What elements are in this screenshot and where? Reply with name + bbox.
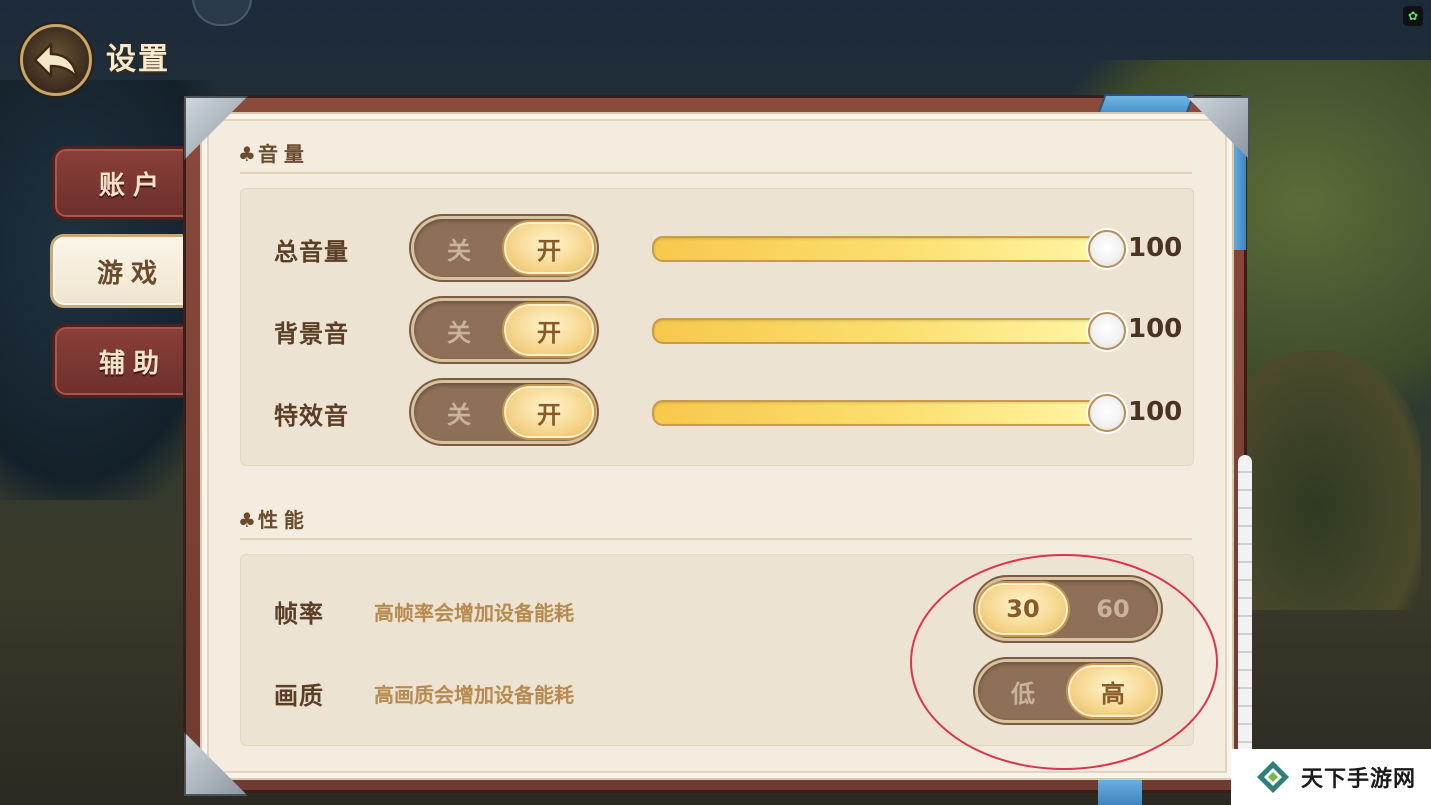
quality-hint: 高画质会增加设备能耗 [374,683,574,707]
top-avatar-chip[interactable] [192,0,252,26]
toggle-off-option[interactable]: 关 [414,222,504,274]
section-title-text: 音量 [257,142,310,166]
tab-assist[interactable]: 辅助 [52,324,202,398]
club-icon: ♣ [238,142,256,166]
section-title-volume: ♣ 音量 [238,138,310,167]
toggle-on-option[interactable]: 开 [504,222,594,274]
slider-value: 100 [1128,233,1183,263]
back-arrow-icon [33,42,79,80]
bgm-volume-slider[interactable] [652,318,1108,344]
slider-handle[interactable] [1088,230,1126,268]
watermark-text: 天下手游网 [1301,767,1417,792]
row-label-sfx: 特效音 [274,402,349,430]
section-divider [240,538,1192,540]
diamond-logo-icon [1257,761,1289,793]
row-label-framerate: 帧率 [274,600,324,628]
sfx-volume-slider[interactable] [652,400,1108,426]
slider-handle[interactable] [1088,312,1126,350]
sfx-toggle[interactable]: 关 开 [414,383,594,441]
leaf-icon: ✿ [1403,6,1423,26]
row-label-quality: 画质 [274,682,324,710]
row-label-master-volume: 总音量 [274,238,349,266]
watermark: 天下手游网 [1231,749,1431,805]
toggle-off-option[interactable]: 关 [414,386,504,438]
section-title-performance: ♣ 性能 [238,504,310,533]
slider-value: 100 [1128,314,1183,344]
slider-value: 100 [1128,397,1183,427]
section-title-text: 性能 [257,508,310,532]
section-divider [240,172,1192,174]
back-button[interactable] [20,24,92,96]
master-volume-toggle[interactable]: 关 开 [414,219,594,277]
annotation-highlight-circle [910,554,1218,770]
slider-handle[interactable] [1088,394,1126,432]
master-volume-slider[interactable] [652,236,1108,262]
tab-account[interactable]: 账户 [52,146,202,220]
toggle-on-option[interactable]: 开 [504,304,594,356]
club-icon: ♣ [238,508,256,532]
bgm-toggle[interactable]: 关 开 [414,301,594,359]
row-label-bgm: 背景音 [274,320,349,348]
scroll-pole-decoration [1238,455,1252,755]
toggle-on-option[interactable]: 开 [504,386,594,438]
toggle-off-option[interactable]: 关 [414,304,504,356]
framerate-hint: 高帧率会增加设备能耗 [374,601,574,625]
page-title: 设置 [106,42,170,77]
